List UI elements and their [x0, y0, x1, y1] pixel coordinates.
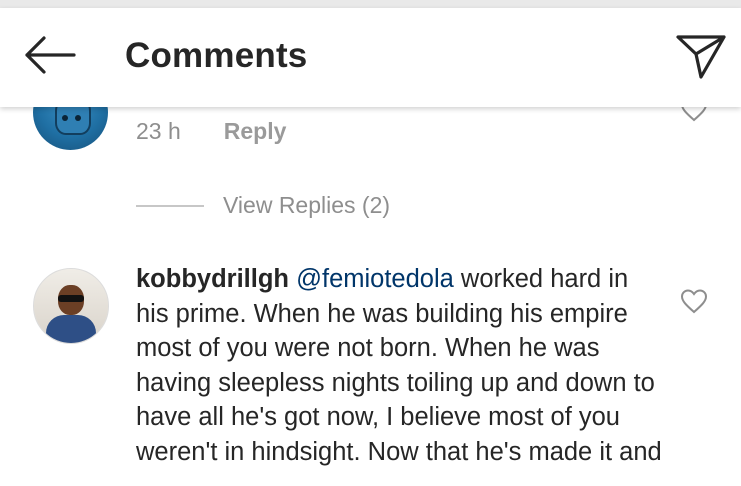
- paper-plane-icon: [675, 32, 727, 85]
- view-replies-button[interactable]: View Replies (2): [136, 192, 390, 219]
- view-replies-label: View Replies (2): [223, 192, 391, 218]
- comment-body: kobbydrillgh @femiotedola worked hard in…: [136, 262, 666, 469]
- comment-username[interactable]: kobbydrillgh: [136, 265, 289, 293]
- comments-screen: 23 h Reply View Replies (2) kobbydrillgh…: [0, 0, 741, 486]
- comment-mention[interactable]: @femiotedola: [296, 265, 454, 293]
- comment-timestamp: 23 h: [136, 118, 181, 144]
- replies-divider: [136, 204, 204, 207]
- page-title: Comments: [125, 36, 308, 75]
- header-bar: Comments: [0, 8, 741, 107]
- arrow-left-icon: [22, 35, 76, 80]
- back-button[interactable]: [18, 34, 80, 80]
- share-button[interactable]: [672, 30, 730, 86]
- reply-button[interactable]: Reply: [224, 118, 287, 145]
- heart-icon[interactable]: [680, 288, 708, 314]
- avatar[interactable]: [33, 268, 109, 344]
- comment-meta: 23 h Reply: [136, 118, 286, 145]
- comment-text: worked hard in his prime. When he was bu…: [136, 265, 662, 466]
